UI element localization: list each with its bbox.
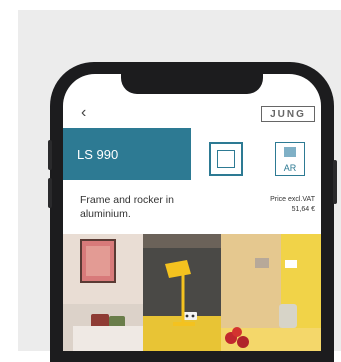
room-photo-bedroom[interactable] — [63, 234, 143, 351]
phone-side-button — [48, 178, 52, 208]
phone-side-button — [48, 140, 52, 170]
product-name-tile[interactable]: LS 990 — [63, 128, 191, 180]
ar-label: AR — [283, 163, 297, 173]
price-label: Price excl.VAT — [270, 196, 315, 203]
kitchen-illustration — [221, 234, 321, 351]
bedroom-illustration — [63, 234, 143, 351]
frame-icon[interactable] — [209, 142, 243, 176]
room-photo-lamp[interactable] — [143, 234, 221, 351]
cube-icon — [284, 147, 296, 157]
room-photo-kitchen[interactable] — [221, 234, 321, 351]
product-name: LS 990 — [77, 146, 119, 162]
brand-logo: JUNG — [261, 106, 315, 122]
phone-screen: ‹ JUNG LS 990 AR Frame and rocker in alu… — [63, 74, 321, 351]
back-button[interactable]: ‹ — [81, 104, 86, 122]
notch — [121, 74, 263, 94]
lamp-illustration — [143, 234, 221, 351]
product-description: Frame and rocker in aluminium. — [80, 194, 174, 220]
price-value: 51,64 € — [291, 206, 315, 213]
ar-icon[interactable]: AR — [275, 142, 305, 176]
phone-side-button — [333, 160, 337, 204]
